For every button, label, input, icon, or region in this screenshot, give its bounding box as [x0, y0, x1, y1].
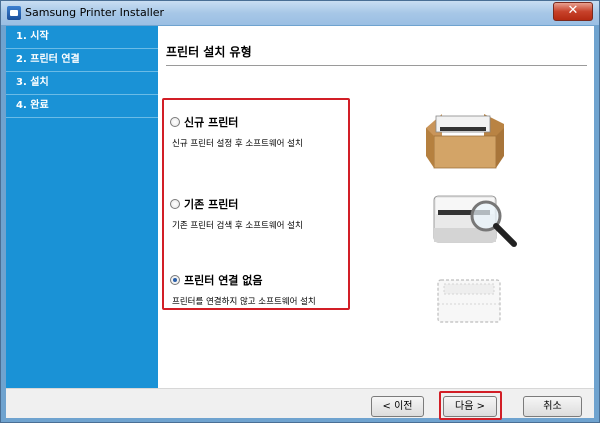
option-existing-printer[interactable]: 기존 프린터 기존 프린터 검색 후 소프트웨어 설치 [170, 196, 348, 231]
option-existing-printer-desc: 기존 프린터 검색 후 소프트웨어 설치 [172, 221, 303, 231]
printer-outline-icon [437, 279, 501, 323]
option-no-printer[interactable]: 프린터 연결 없음 프린터를 연결하지 않고 소프트웨어 설치 [170, 272, 348, 307]
install-type-options: 신규 프린터 신규 프린터 설정 후 소프트웨어 설치 기존 프린터 기존 프린… [162, 98, 350, 310]
radio-existing-printer[interactable] [170, 199, 180, 209]
printer-box-icon [426, 114, 504, 169]
title-divider [166, 65, 587, 66]
cancel-button[interactable]: 취소 [523, 396, 582, 417]
step-start: 1. 시작 [6, 26, 158, 49]
steps-sidebar: 1. 시작 2. 프린터 연결 3. 설치 4. 완료 [6, 26, 158, 388]
option-new-printer-label: 신규 프린터 [184, 116, 239, 129]
window-title: Samsung Printer Installer [25, 6, 165, 19]
installer-window: Samsung Printer Installer ✕ 1. 시작 2. 프린터… [0, 0, 600, 423]
printer-magnifier-icon [433, 195, 517, 247]
radio-new-printer[interactable] [170, 117, 180, 127]
button-bar: < 이전 다음 > 취소 [6, 388, 594, 420]
prev-button[interactable]: < 이전 [371, 396, 424, 417]
content-panel: 프린터 설치 유형 신규 프린터 신규 프린터 설정 후 소프트웨어 설치 기존… [158, 26, 594, 388]
close-button[interactable]: ✕ [553, 2, 593, 21]
next-button[interactable]: 다음 > [443, 396, 497, 417]
option-existing-printer-label: 기존 프린터 [184, 198, 239, 211]
option-no-printer-desc: 프린터를 연결하지 않고 소프트웨어 설치 [172, 297, 316, 307]
step-printer-connection: 2. 프린터 연결 [6, 49, 158, 72]
option-new-printer-desc: 신규 프린터 설정 후 소프트웨어 설치 [172, 139, 303, 149]
option-no-printer-label: 프린터 연결 없음 [184, 274, 263, 287]
step-install: 3. 설치 [6, 72, 158, 95]
radio-no-printer[interactable] [170, 275, 180, 285]
page-title: 프린터 설치 유형 [166, 45, 252, 59]
app-icon [7, 6, 21, 20]
option-new-printer[interactable]: 신규 프린터 신규 프린터 설정 후 소프트웨어 설치 [170, 114, 348, 149]
step-complete: 4. 완료 [6, 95, 158, 118]
title-bar[interactable]: Samsung Printer Installer ✕ [1, 1, 599, 25]
